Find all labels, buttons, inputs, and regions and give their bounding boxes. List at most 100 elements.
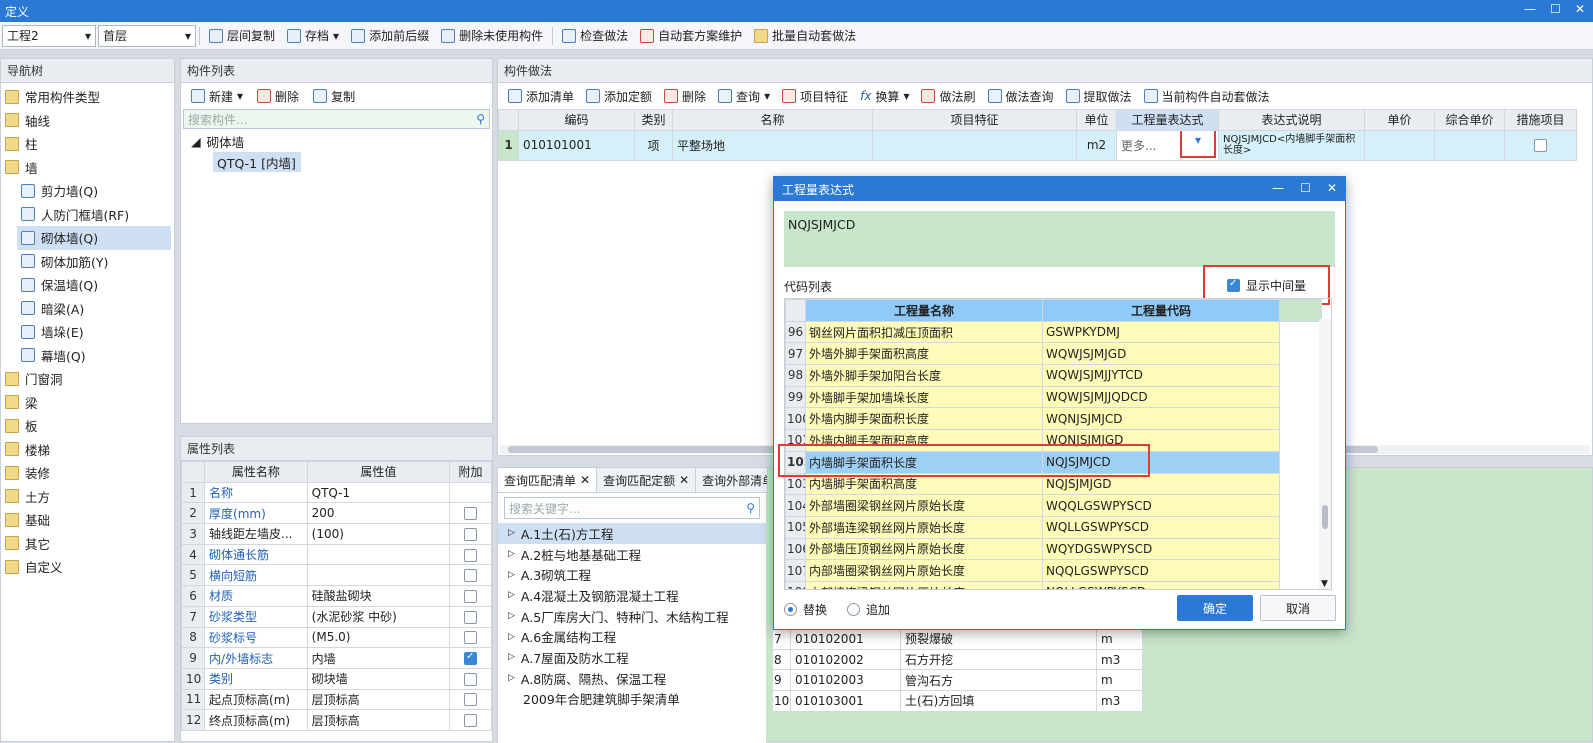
expression-cell[interactable]: 更多... ▾ [1116, 129, 1219, 161]
project-select[interactable]: 工程2 ▾ [2, 24, 96, 47]
nav-item[interactable]: 基础 [1, 508, 174, 532]
list-tree-item[interactable]: ▷ A.8防腐、隔热、保温工程 [498, 668, 766, 689]
table-row[interactable]: 1 010101001 项 平整场地 m2 更多... ▾ NQJSJMJCD<… [498, 129, 1577, 161]
nav-item[interactable]: 砌体加筋(Y) [1, 250, 174, 274]
nav-item[interactable]: 暗梁(A) [1, 297, 174, 321]
expand-icon[interactable]: ▷ [508, 590, 515, 600]
method-query-button[interactable]: 做法查询 [982, 85, 1060, 107]
add-list-button[interactable]: 添加清单 [502, 85, 580, 107]
close-icon[interactable]: ✕ [580, 473, 590, 487]
minimize-icon[interactable]: — [1524, 2, 1536, 16]
table-row[interactable]: 7 砂浆类型 (水泥砂浆 中砂) [180, 605, 492, 628]
attach-checkbox[interactable] [464, 569, 478, 583]
table-row[interactable]: 1 名称 QTQ-1 [180, 481, 492, 504]
minimize-icon[interactable]: — [1272, 181, 1284, 195]
replace-radio[interactable] [784, 603, 797, 616]
component-item[interactable]: QTQ-1 [内墙] [213, 151, 301, 173]
attach-checkbox[interactable] [464, 714, 478, 728]
list-tree-item[interactable]: ▷ A.7屋面及防水工程 [498, 647, 766, 668]
nav-item[interactable]: 自定义 [1, 555, 174, 579]
attach-checkbox[interactable] [464, 651, 478, 666]
nav-item[interactable]: 装修 [1, 461, 174, 485]
attach-checkbox[interactable] [464, 548, 478, 562]
attach-checkbox[interactable] [464, 610, 478, 624]
nav-item[interactable]: 柱 [1, 132, 174, 156]
new-component-button[interactable]: 新建 ▾ [185, 85, 249, 107]
list-tree-item[interactable]: ▷ A.3砌筑工程 [498, 564, 766, 585]
auto-scheme-button[interactable]: 自动套方案维护 [634, 25, 748, 47]
check-method-button[interactable]: 检查做法 [556, 25, 634, 47]
add-quota-button[interactable]: 添加定额 [580, 85, 658, 107]
nav-item[interactable]: 土方 [1, 485, 174, 509]
table-row[interactable]: 108内部墙连梁钢丝网片原始长度NQLLGSWPYSCD [785, 580, 1322, 589]
list-tree-item[interactable]: ▷ A.5厂库房大门、特种门、木结构工程 [498, 606, 766, 627]
method-brush-button[interactable]: 做法刷 [915, 85, 981, 107]
table-row[interactable]: 10 类别 砌块墙 [180, 667, 492, 690]
delete-method-button[interactable]: 删除 [658, 85, 712, 107]
table-row[interactable]: 6 材质 硅酸盐砌块 [180, 585, 492, 607]
table-row[interactable]: 99 外墙脚手架加墙垛长度 WQWJSJMJJQDCD [785, 385, 1322, 409]
auto-method-button[interactable]: 当前构件自动套做法 [1138, 85, 1276, 107]
table-row[interactable]: 105外部墙连梁钢丝网片原始长度WQLLGSWPYSCD [785, 515, 1322, 539]
table-row[interactable]: 4 砌体通长筋 [180, 543, 492, 566]
tab-external-list[interactable]: 查询外部清单 [696, 468, 768, 492]
table-row[interactable]: 8 010102002 石方开挖 m3 [772, 648, 1143, 671]
attach-checkbox[interactable] [464, 589, 478, 603]
extract-method-button[interactable]: 提取做法 [1060, 85, 1138, 107]
scroll-down-icon[interactable]: ▼ [1321, 579, 1328, 589]
expand-icon[interactable]: ▷ [508, 632, 515, 642]
close-icon[interactable]: ✕ [1327, 181, 1337, 195]
attach-checkbox[interactable] [464, 527, 478, 541]
ok-button[interactable]: 确定 [1177, 595, 1253, 621]
expand-icon[interactable]: ▷ [508, 549, 515, 559]
append-radio[interactable] [847, 603, 861, 616]
table-row[interactable]: 10 010103001 土(石)方回填 m3 [772, 690, 1143, 712]
table-row[interactable]: 101外墙内脚手架面积高度WQNJSJMJGD [785, 429, 1322, 452]
list-tree-item[interactable]: ▷ A.2桩与地基基础工程 [498, 544, 766, 565]
nav-item[interactable]: 保温墙(Q) [1, 273, 174, 297]
table-row[interactable]: 7 010102001 预裂爆破 m [772, 628, 1143, 650]
measure-checkbox[interactable] [1534, 139, 1547, 153]
expand-icon[interactable]: ▷ [508, 528, 515, 538]
table-row[interactable]: 5 横向短筋 [180, 564, 492, 587]
table-row[interactable]: 2 厚度(mm) 200 [180, 502, 492, 525]
list-tree-item[interactable]: ▷ A.6金属结构工程 [498, 626, 766, 647]
batch-auto-button[interactable]: 批量自动套做法 [748, 25, 862, 47]
cancel-button[interactable]: 取消 [1260, 595, 1336, 621]
expand-icon[interactable]: ▷ [508, 652, 515, 662]
close-icon[interactable]: ✕ [1575, 2, 1585, 16]
list-tree-item[interactable]: ▷ A.1土(石)方工程 [498, 523, 766, 544]
attach-checkbox[interactable] [464, 631, 478, 645]
nav-item[interactable]: 剪力墙(Q) [1, 179, 174, 203]
close-icon[interactable]: ✕ [679, 473, 689, 487]
nav-item[interactable]: 人防门框墙(RF) [1, 203, 174, 227]
table-row[interactable]: 9 内/外墙标志 内墙 [180, 647, 492, 669]
maximize-icon[interactable]: ☐ [1300, 181, 1311, 195]
expand-icon[interactable]: ▷ [508, 611, 515, 621]
nav-item[interactable]: 墙 [1, 156, 174, 180]
save-archive-button[interactable]: 存档 ▾ [281, 25, 345, 47]
component-group[interactable]: ◢ 砌体墙 [181, 131, 492, 152]
table-row[interactable]: 3 轴线距左墙皮... (100) [180, 523, 492, 545]
nav-item[interactable]: 砌体墙(Q) [17, 226, 171, 250]
nav-item[interactable]: 梁 [1, 391, 174, 415]
maximize-icon[interactable]: ☐ [1550, 2, 1561, 16]
table-row[interactable]: 107内部墙圈梁钢丝网片原始长度NQQLGSWPYSCD [785, 559, 1322, 582]
nav-item[interactable]: 其它 [1, 532, 174, 556]
table-row[interactable]: 106外部墙压顶钢丝网片原始长度WQYDGSWPYSCD [785, 537, 1322, 561]
expression-input[interactable]: NQJSJMJCD [784, 211, 1335, 267]
delete-unused-button[interactable]: 删除未使用构件 [435, 25, 549, 47]
attach-checkbox[interactable] [464, 693, 478, 707]
expression-dropdown-icon[interactable]: ▾ [1180, 131, 1216, 158]
expand-icon[interactable]: ▷ [508, 673, 515, 683]
table-row[interactable]: 97 外墙外脚手架面积高度 WQWJSJMJGD [785, 342, 1322, 366]
nav-item[interactable]: 墙垛(E) [1, 320, 174, 344]
copy-component-button[interactable]: 复制 [307, 85, 361, 107]
expand-icon[interactable]: ▷ [508, 570, 515, 580]
table-row[interactable]: 102内墙脚手架面积长度NQJSJMJCD [785, 450, 1322, 474]
table-row[interactable]: 12 终点顶标高(m) 层顶标高 [180, 709, 492, 731]
table-row[interactable]: 100外墙内脚手架面积长度WQNJSJMJCD [785, 407, 1322, 431]
tab-match-quota[interactable]: 查询匹配定额 ✕ [597, 468, 697, 492]
show-intermediate-checkbox[interactable] [1226, 278, 1240, 292]
table-row[interactable]: 103内墙脚手架面积高度NQJSJMJGD [785, 472, 1322, 496]
